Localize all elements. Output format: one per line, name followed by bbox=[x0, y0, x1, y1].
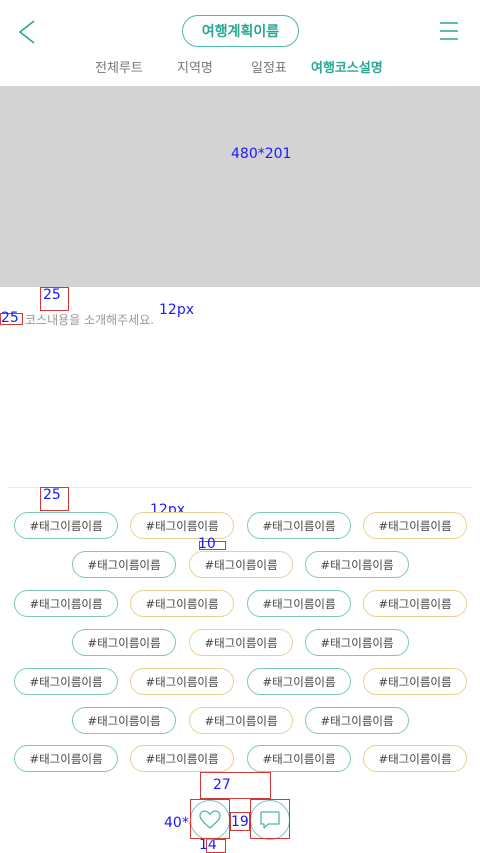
back-button[interactable] bbox=[14, 18, 40, 46]
tag-chip[interactable]: #태그이름이름 bbox=[363, 745, 467, 772]
tag-chip[interactable]: #태그이름이름 bbox=[72, 707, 176, 734]
tag-chip[interactable]: #태그이름이름 bbox=[305, 707, 409, 734]
tag-chip[interactable]: #태그이름이름 bbox=[247, 512, 351, 539]
tag-chip[interactable]: #태그이름이름 bbox=[14, 512, 118, 539]
tag-chip[interactable]: #태그이름이름 bbox=[189, 629, 293, 656]
hamburger-menu-icon bbox=[440, 22, 458, 40]
course-intro-text: 코스내용을 소개해주세요. bbox=[25, 313, 155, 327]
guide-box-buttons-top-spacing bbox=[200, 772, 271, 799]
tag-chip[interactable]: #태그이름이름 bbox=[247, 668, 351, 695]
section-divider bbox=[8, 487, 472, 488]
annotation-top-spacing: 25 bbox=[43, 287, 61, 303]
tag-chip[interactable]: #태그이름이름 bbox=[363, 668, 467, 695]
annotation-buttons-top-spacing: 27 bbox=[213, 777, 231, 793]
tag-chip[interactable]: #태그이름이름 bbox=[72, 629, 176, 656]
tag-chip[interactable]: #태그이름이름 bbox=[130, 745, 234, 772]
annotation-tags-top-spacing: 25 bbox=[43, 487, 61, 503]
tag-chip[interactable]: #태그이름이름 bbox=[363, 590, 467, 617]
tag-chip[interactable]: #태그이름이름 bbox=[247, 745, 351, 772]
tag-chip[interactable]: #태그이름이름 bbox=[130, 512, 234, 539]
banner-image-placeholder: 480*201 bbox=[0, 86, 480, 287]
tag-chip[interactable]: #태그이름이름 bbox=[72, 551, 176, 578]
tab-bar: 전체루트 지역명 일정표 여행코스설명 bbox=[0, 57, 480, 79]
banner-size-note: 480*201 bbox=[231, 146, 292, 162]
tag-chip[interactable]: #태그이름이름 bbox=[189, 551, 293, 578]
tag-chip[interactable]: #태그이름이름 bbox=[130, 590, 234, 617]
tag-chip[interactable]: #태그이름이름 bbox=[130, 668, 234, 695]
guide-box-like-button bbox=[190, 799, 230, 839]
menu-button[interactable] bbox=[438, 20, 460, 42]
tag-chip[interactable]: #태그이름이름 bbox=[247, 590, 351, 617]
tab-all-route[interactable]: 전체루트 bbox=[95, 57, 143, 76]
tag-chip[interactable]: #태그이름이름 bbox=[14, 590, 118, 617]
annotation-tag-gap: 10 bbox=[198, 536, 216, 552]
tab-course-description[interactable]: 여행코스설명 bbox=[311, 57, 383, 76]
tab-schedule[interactable]: 일정표 bbox=[251, 57, 287, 76]
tag-chip[interactable]: #태그이름이름 bbox=[189, 707, 293, 734]
guide-box-comment-button bbox=[250, 799, 290, 839]
chevron-left-icon bbox=[18, 20, 35, 44]
tag-chip[interactable]: #태그이름이름 bbox=[363, 512, 467, 539]
plan-title-button[interactable]: 여행계획이름 bbox=[182, 15, 299, 47]
tag-chip[interactable]: #태그이름이름 bbox=[14, 668, 118, 695]
header: 여행계획이름 bbox=[0, 0, 480, 62]
tag-chip[interactable]: #태그이름이름 bbox=[305, 629, 409, 656]
tab-region[interactable]: 지역명 bbox=[177, 57, 213, 76]
annotation-intro-font: 12px bbox=[159, 302, 194, 318]
annotation-button-gap: 19 bbox=[231, 814, 249, 830]
tag-chip[interactable]: #태그이름이름 bbox=[305, 551, 409, 578]
tag-chip[interactable]: #태그이름이름 bbox=[14, 745, 118, 772]
annotation-left-spacing: 25 bbox=[1, 310, 19, 326]
